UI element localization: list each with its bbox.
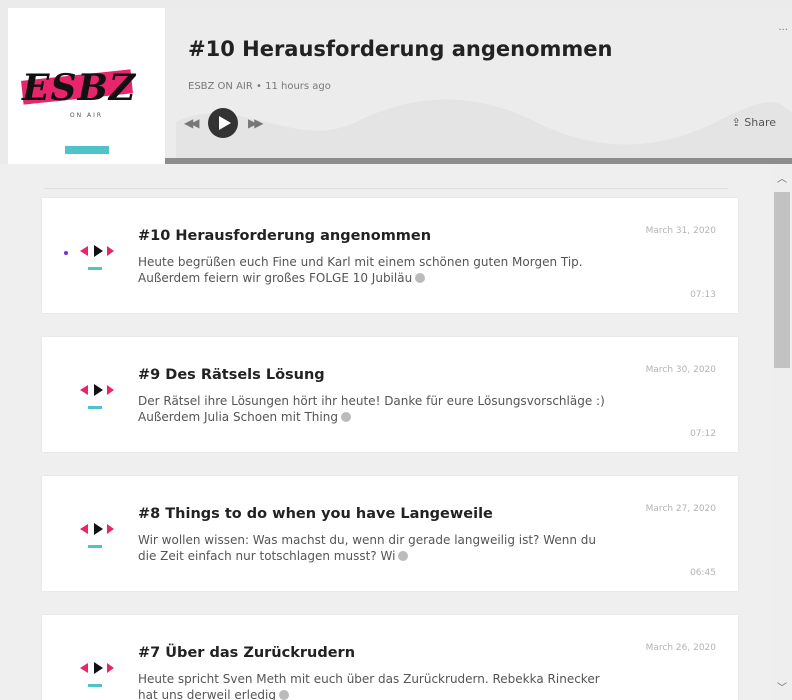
- episode-card-date: March 30, 2020: [645, 365, 716, 375]
- episode-card[interactable]: #8 Things to do when you have Langeweile…: [42, 476, 738, 591]
- thumbnail-left-mark: [80, 663, 88, 673]
- thumbnail-right-mark: [107, 385, 114, 395]
- episode-card-title[interactable]: #9 Des Rätsels Lösung: [138, 367, 325, 383]
- share-icon: ⇪: [731, 116, 741, 129]
- rewind-icon[interactable]: ◀◀: [184, 116, 200, 130]
- thumbnail-left-mark: [80, 524, 88, 534]
- thumbnail-right-mark: [107, 524, 114, 534]
- thumbnail-teal-bar: [88, 684, 102, 687]
- episode-thumbnail: [64, 516, 120, 556]
- episode-card-date: March 26, 2020: [645, 643, 716, 653]
- ellipsis-icon: [398, 551, 409, 561]
- thumbnail-play-icon: [94, 523, 103, 535]
- thumbnail-teal-bar: [88, 267, 102, 270]
- thumbnail-right-mark: [107, 246, 114, 256]
- ellipsis-icon: [340, 412, 351, 422]
- episode-card[interactable]: #10 Herausforderung angenommen Heute beg…: [42, 198, 738, 313]
- episode-card-title[interactable]: #8 Things to do when you have Langeweile: [138, 506, 493, 522]
- chevron-up-icon[interactable]: ︿: [772, 170, 792, 185]
- play-icon: [219, 116, 231, 130]
- episode-meta[interactable]: ESBZ ON AIR • 11 hours ago: [188, 81, 331, 92]
- episode-thumbnail: [64, 238, 120, 278]
- episode-thumbnail: [64, 655, 120, 695]
- thumbnail-play-icon: [94, 662, 103, 674]
- episode-card[interactable]: #9 Des Rätsels Lösung Der Rätsel ihre Lö…: [42, 337, 738, 452]
- thumbnail-play-icon: [94, 245, 103, 257]
- episode-card-description: Heute spricht Sven Meth mit euch über da…: [138, 672, 600, 700]
- thumbnail-teal-bar: [88, 406, 102, 409]
- episode-card-description: Heute begrüßen euch Fine und Karl mit ei…: [138, 255, 583, 285]
- podcast-cover[interactable]: ESBZ ON AIR: [8, 8, 165, 164]
- thumbnail-left-mark: [80, 246, 88, 256]
- episode-card-duration: 07:12: [690, 429, 716, 439]
- episode-card-date: March 31, 2020: [645, 226, 716, 236]
- episode-card-duration: 07:13: [690, 290, 716, 300]
- episode-card-description: Der Rätsel ihre Lösungen hört ihr heute!…: [138, 394, 605, 424]
- ellipsis-icon: [278, 690, 289, 700]
- cover-logo: ESBZ: [22, 67, 137, 109]
- share-button[interactable]: ⇪ Share: [732, 116, 776, 129]
- thumbnail-right-mark: [107, 663, 114, 673]
- cover-subtitle: ON AIR: [69, 112, 104, 119]
- episode-card-title[interactable]: #7 Über das Zurückrudern: [138, 645, 355, 661]
- cover-teal-bar: [65, 146, 109, 154]
- scrollbar[interactable]: ︿ ﹀: [772, 164, 792, 700]
- thumbnail-play-icon: [94, 384, 103, 396]
- divider: [44, 188, 728, 189]
- episode-list: #10 Herausforderung angenommen Heute beg…: [0, 164, 772, 700]
- episode-card-description: Wir wollen wissen: Was machst du, wenn d…: [138, 533, 597, 563]
- thumbnail-teal-bar: [88, 545, 102, 548]
- playback-controls: ◀◀ ▶▶: [184, 108, 294, 138]
- fast-forward-icon[interactable]: ▶▶: [248, 116, 264, 130]
- more-icon[interactable]: ...: [778, 22, 788, 33]
- episode-title: #10 Herausforderung angenommen: [188, 37, 613, 61]
- episode-card-duration: 06:45: [690, 568, 716, 578]
- player-header: ESBZ ON AIR #10 Herausforderung angenomm…: [8, 8, 792, 164]
- ellipsis-icon: [415, 273, 426, 283]
- thumbnail-left-mark: [80, 385, 88, 395]
- episode-thumbnail: [64, 377, 120, 417]
- episode-card[interactable]: #7 Über das Zurückrudern Heute spricht S…: [42, 615, 738, 700]
- play-button[interactable]: [208, 108, 238, 138]
- episode-card-title[interactable]: #10 Herausforderung angenommen: [138, 228, 431, 244]
- episode-card-date: March 27, 2020: [645, 504, 716, 514]
- chevron-down-icon[interactable]: ﹀: [772, 679, 792, 694]
- scrollbar-thumb[interactable]: [774, 192, 790, 368]
- playing-indicator-icon: [64, 251, 68, 255]
- share-label: Share: [744, 116, 776, 129]
